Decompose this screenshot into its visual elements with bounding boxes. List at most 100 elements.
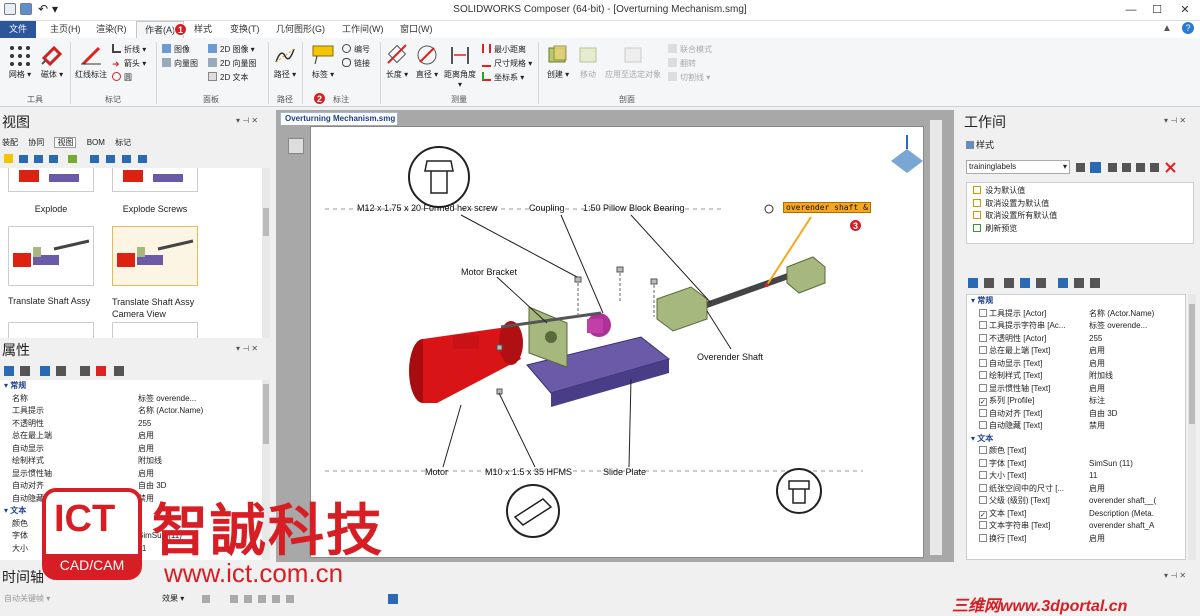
property-row[interactable]: 文本字符串 [Text] overender shaft_A bbox=[967, 520, 1185, 533]
property-value[interactable]: 附加线 bbox=[138, 455, 162, 468]
tab-styles[interactable]: 样式 bbox=[186, 21, 220, 38]
checkbox[interactable] bbox=[979, 383, 987, 392]
property-row[interactable]: 大小 [Text] 11 bbox=[967, 470, 1185, 483]
style-profile-dropdown[interactable]: traininglabels ▾ bbox=[966, 160, 1070, 174]
property-row[interactable]: 工具提示字符串 [Ac... 标签 overende... bbox=[967, 320, 1185, 333]
panel-options-icon[interactable]: ▾ ⊣ ✕ bbox=[236, 344, 258, 353]
property-row[interactable]: 工具提示 [Actor] 名称 (Actor.Name) bbox=[967, 308, 1185, 321]
style-toolbar-icons[interactable] bbox=[1074, 161, 1186, 174]
tab-render[interactable]: 渲染(R) bbox=[88, 21, 135, 38]
property-row[interactable]: 纸张空间中的尺寸 [... 启用 bbox=[967, 483, 1185, 496]
redline-button[interactable]: 红线标注 bbox=[74, 44, 108, 80]
path-button[interactable]: 路径 ▾ bbox=[272, 44, 298, 80]
property-value[interactable]: 标签 overende... bbox=[138, 393, 196, 406]
diameter-button[interactable]: 直径 ▾ bbox=[414, 44, 440, 80]
number-button[interactable]: 编号 bbox=[342, 43, 370, 56]
property-value[interactable]: 255 bbox=[138, 418, 151, 431]
checkbox[interactable] bbox=[979, 471, 987, 479]
length-button[interactable]: 长度 ▾ bbox=[384, 44, 410, 80]
tab-bom[interactable]: BOM bbox=[87, 138, 105, 147]
callout-motor[interactable]: Motor bbox=[425, 467, 448, 477]
property-row[interactable]: 父级 (级别) [Text] overender shaft__( bbox=[967, 495, 1185, 508]
maximize-button[interactable]: ☐ bbox=[1146, 3, 1168, 17]
checkbox[interactable] bbox=[979, 533, 987, 542]
apply-to-selection-button[interactable]: 应用至选定对象 bbox=[604, 44, 662, 80]
panel-options-icon[interactable]: ▾ ⊣ ✕ bbox=[1164, 116, 1186, 125]
tab-geometry[interactable]: 几何图形(G) bbox=[268, 21, 333, 38]
3d-viewport[interactable]: M12 x 1.75 x 20 Formed hex screw Couplin… bbox=[310, 126, 924, 558]
view-label[interactable]: Explode bbox=[8, 204, 94, 214]
tab-transform[interactable]: 变换(T) bbox=[222, 21, 268, 38]
property-value[interactable]: 名称 (Actor.Name) bbox=[1089, 308, 1154, 321]
property-row[interactable]: ✓ 文本 [Text] Description (Meta. bbox=[967, 508, 1185, 521]
property-value[interactable]: 11 bbox=[1089, 470, 1097, 483]
minimize-button[interactable]: — bbox=[1120, 3, 1142, 17]
property-row[interactable]: 名称 标签 overende... bbox=[0, 393, 262, 406]
section-move-button[interactable]: 移动 bbox=[574, 44, 602, 80]
property-value[interactable]: 启用 bbox=[138, 468, 154, 481]
tab-collaboration[interactable]: 协同 bbox=[28, 138, 44, 147]
playback-icons[interactable] bbox=[200, 593, 400, 605]
help-icon[interactable]: ? bbox=[1182, 22, 1194, 34]
coordinate-system-button[interactable]: 坐标系 ▾ bbox=[482, 71, 524, 84]
property-row[interactable]: 总在最上端 [Text] 启用 bbox=[967, 345, 1185, 358]
section-create-button[interactable]: 创建 ▾ bbox=[544, 44, 572, 80]
section-general[interactable]: ▾ 常规 bbox=[0, 380, 262, 393]
min-distance-button[interactable]: 最小距离 bbox=[482, 43, 526, 56]
checkbox[interactable] bbox=[979, 521, 987, 529]
workshop-scrollbar[interactable] bbox=[1188, 294, 1196, 560]
properties-toolbar-icons[interactable] bbox=[2, 364, 132, 378]
view-label[interactable]: Explode Screws bbox=[112, 204, 198, 214]
view-label[interactable]: Translate Shaft Assy bbox=[8, 296, 108, 306]
magnet-button[interactable]: 磁体 ▾ bbox=[38, 44, 66, 80]
tab-window[interactable]: 窗口(W) bbox=[392, 21, 441, 38]
property-row[interactable]: 不透明性 [Actor] 255 bbox=[967, 333, 1185, 346]
checkbox[interactable] bbox=[979, 446, 987, 454]
checkbox[interactable] bbox=[979, 458, 987, 467]
unset-all-defaults-action[interactable]: 取消设置所有默认值 bbox=[967, 210, 1193, 223]
property-value[interactable]: 禁用 bbox=[1089, 420, 1105, 433]
callout-motor-bracket[interactable]: Motor Bracket bbox=[461, 267, 517, 277]
checkbox[interactable] bbox=[979, 333, 987, 342]
checkbox[interactable] bbox=[979, 408, 987, 417]
property-row[interactable]: 自动显示 [Text] 启用 bbox=[967, 358, 1185, 371]
view-label[interactable]: Translate Shaft Assy Camera View bbox=[112, 296, 212, 320]
refresh-preview-action[interactable]: 刷新预览 bbox=[967, 223, 1193, 236]
property-value[interactable]: 标注 bbox=[1089, 395, 1105, 408]
checkbox[interactable] bbox=[979, 308, 987, 317]
label-button[interactable]: 标签 ▾ bbox=[308, 44, 338, 80]
vector-2d-button[interactable]: 2D 向量图 bbox=[208, 57, 256, 70]
property-value[interactable]: 附加线 bbox=[1089, 370, 1113, 383]
property-value[interactable]: 启用 bbox=[1089, 345, 1105, 358]
property-row[interactable]: 颜色 [Text] bbox=[967, 445, 1185, 458]
callout-bearing[interactable]: 1:50 Pillow Block Bearing bbox=[583, 203, 685, 213]
property-value[interactable]: 启用 bbox=[1089, 358, 1105, 371]
property-row[interactable]: ✓ 系列 [Profile] 标注 bbox=[967, 395, 1185, 408]
text-2d-button[interactable]: 2D 文本 bbox=[208, 71, 248, 84]
callout-coupling[interactable]: Coupling bbox=[529, 203, 565, 213]
property-value[interactable]: 自由 3D bbox=[1089, 408, 1117, 421]
polyline-button[interactable]: 折线 ▾ bbox=[112, 43, 146, 56]
view-thumbnail-selected[interactable] bbox=[112, 226, 198, 286]
view-thumbnail[interactable] bbox=[112, 168, 198, 192]
view-thumbnail[interactable] bbox=[8, 322, 94, 338]
property-row[interactable]: 总在最上端 启用 bbox=[0, 430, 262, 443]
property-value[interactable]: 启用 bbox=[1089, 483, 1105, 496]
property-value[interactable]: overender shaft__( bbox=[1089, 495, 1156, 508]
property-value[interactable]: 启用 bbox=[1089, 383, 1105, 396]
views-scrollbar[interactable] bbox=[262, 168, 270, 338]
ws-section-text[interactable]: ▾ 文本 bbox=[967, 433, 1185, 446]
tab-file[interactable]: 文件 bbox=[0, 21, 36, 38]
image-2d-button[interactable]: 2D 图像 ▾ bbox=[208, 43, 255, 56]
property-value[interactable]: 启用 bbox=[138, 430, 154, 443]
vector-image-button[interactable]: 向量图 bbox=[162, 57, 198, 70]
set-default-action[interactable]: 设为默认值 bbox=[967, 185, 1193, 198]
view-thumbnail[interactable] bbox=[8, 168, 94, 192]
tab-views[interactable]: 视图 bbox=[54, 137, 77, 148]
callout-overender-shaft[interactable]: Overender Shaft bbox=[697, 352, 763, 362]
checkbox-checked[interactable]: ✓ bbox=[979, 510, 987, 519]
effects-button[interactable]: 效果 ▾ bbox=[162, 593, 184, 604]
view-actions-icons[interactable] bbox=[2, 152, 162, 165]
property-row[interactable]: 绘制样式 [Text] 附加线 bbox=[967, 370, 1185, 383]
property-row[interactable]: 自动隐藏 [Text] 禁用 bbox=[967, 420, 1185, 433]
